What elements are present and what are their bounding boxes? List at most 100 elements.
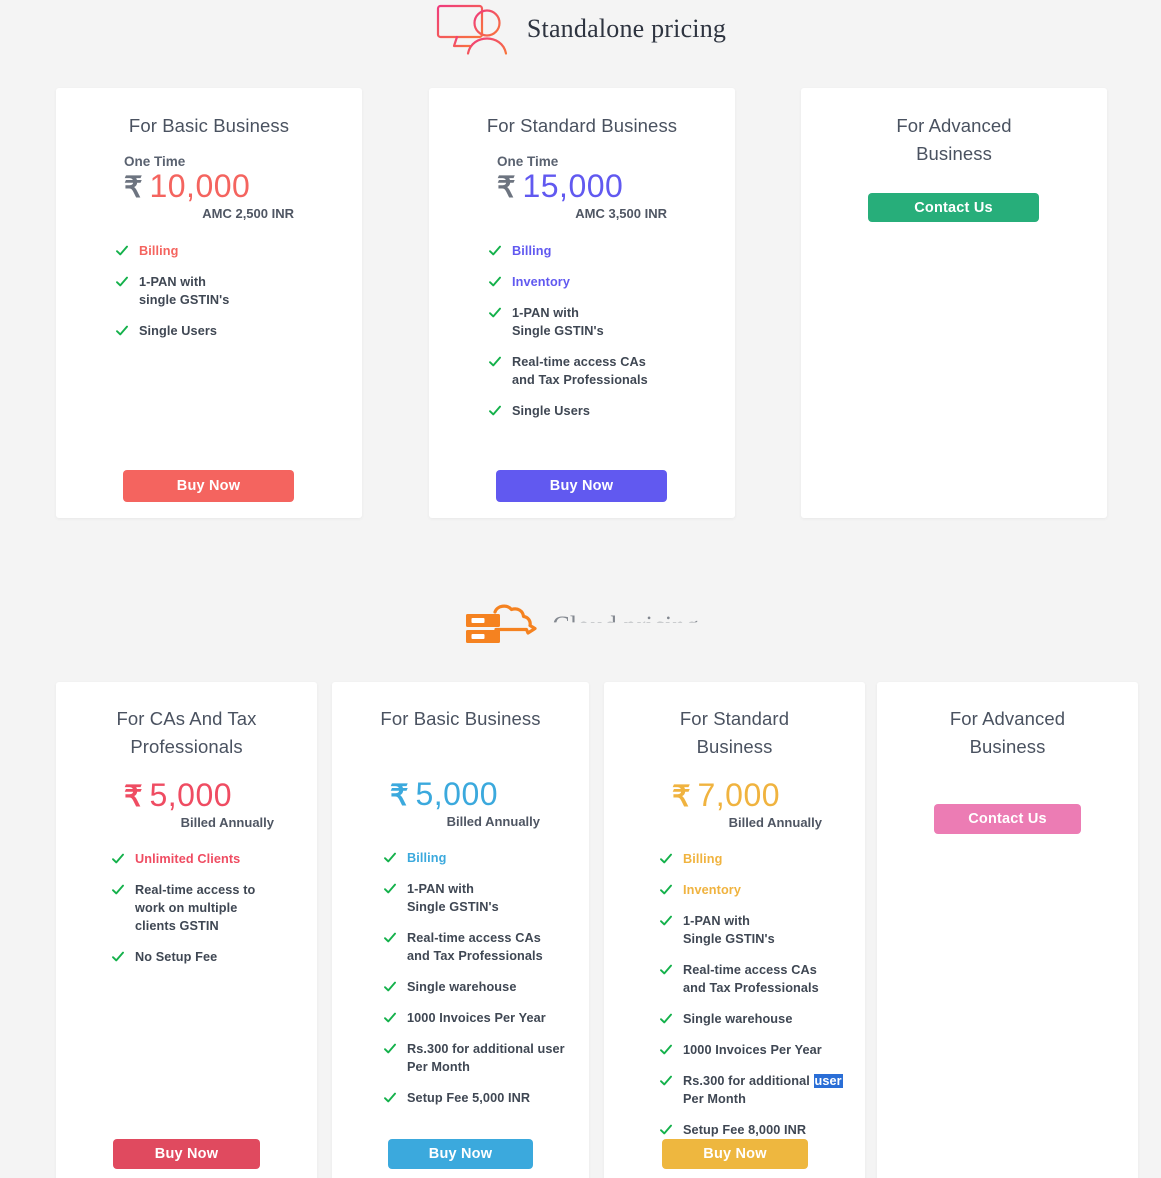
feature-label: 1-PAN with Single GSTIN's bbox=[407, 882, 499, 914]
feature-label: 1-PAN with single GSTIN's bbox=[139, 275, 230, 307]
pricing-card-advanced-standalone: For Advanced Business Contact Us bbox=[801, 88, 1107, 518]
feature-item: 1-PAN with Single GSTIN's bbox=[489, 304, 735, 340]
rupee-symbol: ₹ bbox=[124, 781, 143, 813]
price-amount: 15,000 bbox=[522, 168, 624, 204]
check-icon bbox=[384, 1043, 396, 1054]
feature-item: Single warehouse bbox=[384, 978, 589, 996]
cloud-server-icon bbox=[462, 604, 538, 648]
check-icon bbox=[116, 245, 128, 256]
feature-item: Billing bbox=[116, 242, 362, 260]
pricing-card-cas-cloud: For CAs And Tax Professionals ₹ 5,000 Bi… bbox=[56, 682, 317, 1178]
check-icon bbox=[384, 852, 396, 863]
price-amount: 7,000 bbox=[697, 777, 781, 813]
feature-label: Setup Fee 5,000 INR bbox=[407, 1091, 531, 1105]
feature-label: Billing bbox=[407, 851, 447, 865]
contact-us-button[interactable]: Contact Us bbox=[934, 804, 1081, 834]
price-amount: 5,000 bbox=[415, 776, 499, 812]
feature-item: Billing bbox=[489, 242, 735, 260]
card-title: For Basic Business bbox=[380, 708, 541, 729]
feature-item: 1000 Invoices Per Year bbox=[384, 1009, 589, 1027]
contact-us-button[interactable]: Contact Us bbox=[868, 193, 1039, 222]
feature-list: Unlimited Clients Real-time access to wor… bbox=[112, 850, 317, 966]
selected-text: user bbox=[813, 1074, 843, 1088]
check-icon bbox=[112, 951, 124, 962]
buy-now-button[interactable]: Buy Now bbox=[123, 470, 294, 502]
pricing-card-standard-cloud: For Standard Business ₹ 7,000 Billed Ann… bbox=[604, 682, 865, 1178]
check-icon bbox=[489, 245, 501, 256]
pricing-card-standard-standalone: For Standard Business One Time ₹ 15,000 … bbox=[429, 88, 735, 518]
check-icon bbox=[660, 853, 672, 864]
pricing-card-advanced-cloud: For Advanced Business Contact Us bbox=[877, 682, 1138, 1178]
standalone-pricing-title: Standalone pricing bbox=[526, 14, 727, 43]
feature-label: Single Users bbox=[139, 324, 218, 338]
rupee-symbol: ₹ bbox=[497, 172, 516, 204]
check-icon bbox=[660, 1124, 672, 1135]
check-icon bbox=[660, 1013, 672, 1024]
check-icon bbox=[384, 1092, 396, 1103]
feature-item: 1000 Invoices Per Year bbox=[660, 1041, 865, 1059]
feature-label: 1000 Invoices Per Year bbox=[683, 1043, 822, 1057]
feature-label: Real-time access CAs and Tax Professiona… bbox=[683, 963, 819, 995]
cloud-pricing-title: Cloud pricing bbox=[552, 611, 699, 640]
check-icon bbox=[660, 884, 672, 895]
card-title: For Basic Business bbox=[128, 115, 290, 136]
rupee-symbol: ₹ bbox=[672, 781, 691, 813]
feature-item: Inventory bbox=[660, 881, 865, 899]
check-icon bbox=[489, 307, 501, 318]
feature-item: No Setup Fee bbox=[112, 948, 317, 966]
buy-now-button[interactable]: Buy Now bbox=[496, 470, 667, 502]
feature-item: Real-time access CAs and Tax Professiona… bbox=[660, 961, 865, 997]
check-icon bbox=[112, 853, 124, 864]
feature-item: 1-PAN with Single GSTIN's bbox=[384, 880, 589, 916]
price-block: One Time ₹ 15,000 AMC 3,500 INR bbox=[497, 154, 667, 222]
feature-label: Single Users bbox=[512, 404, 591, 418]
feature-label: Billing bbox=[512, 244, 552, 258]
feature-label: Real-time access to work on multiple cli… bbox=[135, 883, 256, 933]
check-icon bbox=[384, 932, 396, 943]
buy-now-button[interactable]: Buy Now bbox=[662, 1139, 808, 1169]
feature-item: 1-PAN with single GSTIN's bbox=[116, 273, 362, 309]
feature-label: Rs.300 for additional user Per Month bbox=[407, 1042, 565, 1074]
price-amount: 10,000 bbox=[149, 168, 251, 204]
check-icon bbox=[116, 325, 128, 336]
check-icon bbox=[489, 356, 501, 367]
check-icon bbox=[112, 884, 124, 895]
feature-label: Single warehouse bbox=[683, 1012, 793, 1026]
card-title: For Standard Business bbox=[486, 115, 678, 136]
price-amc-label: AMC 3,500 INR bbox=[575, 206, 667, 221]
feature-item: Real-time access CAs and Tax Professiona… bbox=[489, 353, 735, 389]
feature-item: Setup Fee 5,000 INR bbox=[384, 1089, 589, 1107]
rupee-symbol: ₹ bbox=[390, 780, 409, 812]
price-block: ₹ 5,000 Billed Annually bbox=[390, 778, 540, 830]
monitor-user-icon bbox=[435, 3, 513, 55]
feature-item: Real-time access to work on multiple cli… bbox=[112, 881, 317, 935]
pricing-card-basic-cloud: For Basic Business ₹ 5,000 Billed Annual… bbox=[332, 682, 589, 1178]
cloud-pricing-header: Cloud pricing bbox=[0, 600, 1161, 652]
pricing-card-basic-standalone: For Basic Business One Time ₹ 10,000 AMC… bbox=[56, 88, 362, 518]
standalone-pricing-header: Standalone pricing bbox=[0, 0, 1161, 58]
feature-item: Single Users bbox=[116, 322, 362, 340]
price-amount: 5,000 bbox=[149, 777, 233, 813]
card-title: For CAs And Tax Professionals bbox=[116, 708, 257, 757]
check-icon bbox=[384, 981, 396, 992]
feature-label: Billing bbox=[683, 852, 723, 866]
feature-label: 1-PAN with Single GSTIN's bbox=[683, 914, 775, 946]
feature-list: Billing Inventory 1-PAN with Single GSTIN'… bbox=[660, 850, 865, 1139]
check-icon bbox=[384, 883, 396, 894]
feature-label: Inventory bbox=[512, 275, 571, 289]
feature-item: Setup Fee 8,000 INR bbox=[660, 1121, 865, 1139]
buy-now-button[interactable]: Buy Now bbox=[388, 1139, 533, 1169]
feature-item: Single warehouse bbox=[660, 1010, 865, 1028]
feature-list: Billing 1-PAN with single GSTIN's Single U… bbox=[116, 242, 362, 340]
feature-list: Billing 1-PAN with Single GSTIN's Real-tim… bbox=[384, 849, 589, 1107]
rupee-symbol: ₹ bbox=[124, 172, 143, 204]
feature-label: Single warehouse bbox=[407, 980, 517, 994]
check-icon bbox=[660, 1044, 672, 1055]
feature-item: Real-time access CAs and Tax Professiona… bbox=[384, 929, 589, 965]
price-billing-label: Billed Annually bbox=[446, 814, 540, 829]
feature-label: Billing bbox=[139, 244, 179, 258]
feature-list: Billing Inventory 1-PAN with Single GSTIN'… bbox=[489, 242, 735, 420]
feature-item: Single Users bbox=[489, 402, 735, 420]
pricing-page: Standalone pricing For Basic Business On… bbox=[0, 0, 1161, 1178]
buy-now-button[interactable]: Buy Now bbox=[113, 1139, 260, 1169]
